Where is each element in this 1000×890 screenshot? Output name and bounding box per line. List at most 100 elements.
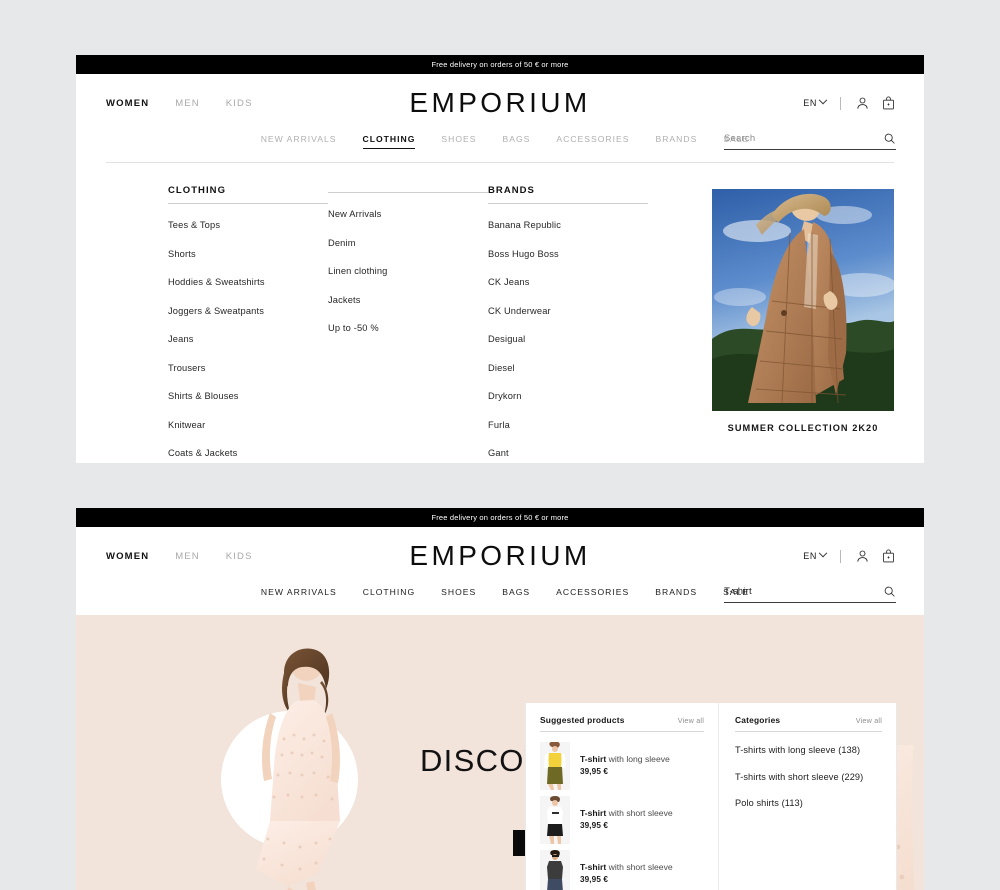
mega-link[interactable]: CK Jeans bbox=[488, 277, 530, 287]
promo-caption: SUMMER COLLECTION 2K20 bbox=[727, 423, 879, 433]
product-name: T-shirt with short sleeve bbox=[580, 861, 673, 873]
mega-column-clothing: CLOTHING Tees & Tops Shorts Hoddies & Sw… bbox=[168, 185, 328, 463]
search-suggestions-dropdown: Suggested products View all T-shirt with… bbox=[525, 703, 897, 890]
search-field-wrapper bbox=[724, 132, 896, 150]
category-nav-new-arrivals[interactable]: NEW ARRIVALS bbox=[261, 134, 337, 149]
chevron-down-icon bbox=[818, 548, 828, 558]
category-nav-brands[interactable]: BRANDS bbox=[655, 587, 697, 602]
category-nav-new-arrivals[interactable]: NEW ARRIVALS bbox=[261, 587, 337, 602]
mega-link[interactable]: Tees & Tops bbox=[168, 220, 220, 230]
product-thumbnail bbox=[540, 795, 570, 844]
category-nav-accessories[interactable]: ACCESSORIES bbox=[556, 134, 629, 149]
list-item: Jeans bbox=[168, 329, 328, 347]
category-nav-clothing[interactable]: CLOTHING bbox=[362, 134, 416, 149]
list-item[interactable]: T-shirt with short sleeve 39,95 € bbox=[540, 794, 704, 845]
mega-link[interactable]: Knitwear bbox=[168, 420, 205, 430]
category-nav-brands[interactable]: BRANDS bbox=[655, 134, 697, 149]
list-item: New Arrivals bbox=[328, 204, 488, 222]
mega-link[interactable]: Gant bbox=[488, 448, 509, 458]
list-item: Denim bbox=[328, 233, 488, 251]
section-rule bbox=[735, 731, 882, 732]
mega-link[interactable]: Furla bbox=[488, 420, 510, 430]
mega-link[interactable]: Boss Hugo Boss bbox=[488, 249, 559, 259]
mega-link[interactable]: Shorts bbox=[168, 249, 196, 259]
category-nav-accessories[interactable]: ACCESSORIES bbox=[556, 587, 629, 602]
category-link[interactable]: T-shirts with long sleeve (138) bbox=[735, 745, 860, 755]
column-rule bbox=[168, 203, 328, 204]
language-selector[interactable]: EN bbox=[803, 548, 828, 561]
shopping-bag-icon[interactable] bbox=[881, 548, 896, 564]
promo-card[interactable]: SUMMER COLLECTION 2K20 bbox=[712, 185, 894, 463]
categories-title: Categories bbox=[735, 715, 781, 725]
list-item: Shirts & Blouses bbox=[168, 386, 328, 404]
search-input[interactable] bbox=[724, 133, 864, 144]
category-link[interactable]: Polo shirts (113) bbox=[735, 798, 803, 808]
mega-link[interactable]: Drykorn bbox=[488, 391, 522, 401]
mega-list-clothing: Tees & Tops Shorts Hoddies & Sweatshirts… bbox=[168, 215, 328, 463]
list-item: Gant bbox=[488, 443, 648, 461]
mega-link[interactable]: Hoddies & Sweatshirts bbox=[168, 277, 265, 287]
gender-nav-women[interactable]: WOMEN bbox=[106, 551, 149, 562]
product-info: T-shirt with short sleeve 39,95 € bbox=[580, 861, 673, 885]
list-item: Diesel bbox=[488, 358, 648, 376]
mega-link[interactable]: Jeans bbox=[168, 334, 194, 344]
category-nav-shoes[interactable]: SHOES bbox=[441, 587, 476, 602]
mega-link[interactable]: Trousers bbox=[168, 363, 206, 373]
suggested-products-view-all[interactable]: View all bbox=[678, 716, 704, 725]
list-item: Up to -50 % bbox=[328, 318, 488, 336]
gender-nav-kids[interactable]: KIDS bbox=[226, 551, 253, 562]
product-price: 39,95 € bbox=[580, 820, 609, 830]
category-nav-shoes[interactable]: SHOES bbox=[441, 134, 476, 149]
list-item: Trousers bbox=[168, 358, 328, 376]
list-item[interactable]: T-shirt with long sleeve 39,95 € bbox=[540, 740, 704, 791]
user-icon[interactable] bbox=[855, 95, 870, 111]
language-label: EN bbox=[803, 551, 817, 561]
categories-view-all[interactable]: View all bbox=[856, 716, 882, 725]
mega-link[interactable]: Shirts & Blouses bbox=[168, 391, 239, 401]
hero-model-image bbox=[244, 643, 364, 890]
list-item: Linen clothing bbox=[328, 261, 488, 279]
promo-image bbox=[712, 189, 894, 411]
mega-link[interactable]: Diesel bbox=[488, 363, 515, 373]
mega-link[interactable]: New Arrivals bbox=[328, 209, 381, 219]
list-item: Hoddies & Sweatshirts bbox=[168, 272, 328, 290]
mega-column-heading: BRANDS bbox=[488, 185, 535, 196]
mega-link[interactable]: Banana Republic bbox=[488, 220, 561, 230]
suggested-products-header: Suggested products View all bbox=[540, 715, 704, 731]
category-nav-bags[interactable]: BAGS bbox=[502, 587, 530, 602]
gender-nav: WOMEN MEN KIDS bbox=[106, 98, 253, 109]
search-icon[interactable] bbox=[883, 132, 896, 145]
mega-link[interactable]: Up to -50 % bbox=[328, 323, 379, 333]
list-item: Desigual bbox=[488, 329, 648, 347]
mega-link[interactable]: CK Underwear bbox=[488, 306, 551, 316]
product-name-bold: T-shirt bbox=[580, 754, 607, 765]
gender-nav-men[interactable]: MEN bbox=[175, 551, 200, 562]
mega-link[interactable]: Coats & Jackets bbox=[168, 448, 237, 458]
mega-menu-panel: Free delivery on orders of 50 € or more … bbox=[76, 55, 924, 463]
category-nav-bags[interactable]: BAGS bbox=[503, 134, 531, 149]
utils-divider bbox=[840, 549, 841, 563]
mega-link[interactable]: Jackets bbox=[328, 295, 361, 305]
gender-nav-women[interactable]: WOMEN bbox=[106, 98, 149, 109]
mega-link[interactable]: Joggers & Sweatpants bbox=[168, 306, 264, 316]
category-nav-clothing[interactable]: CLOTHING bbox=[363, 587, 415, 602]
search-suggestions-panel: Free delivery on orders of 50 € or more … bbox=[76, 508, 924, 890]
list-item[interactable]: T-shirt with short sleeve 39,95 € bbox=[540, 848, 704, 890]
mega-link[interactable]: Desigual bbox=[488, 334, 525, 344]
user-icon[interactable] bbox=[855, 548, 870, 564]
mega-link[interactable]: Denim bbox=[328, 238, 356, 248]
promo-bar: Free delivery on orders of 50 € or more bbox=[76, 55, 924, 74]
gender-nav-men[interactable]: MEN bbox=[175, 98, 200, 109]
list-item: Furla bbox=[488, 415, 648, 433]
search-input[interactable] bbox=[724, 586, 864, 597]
column-rule bbox=[328, 192, 488, 193]
search-icon[interactable] bbox=[883, 585, 896, 598]
gender-nav-kids[interactable]: KIDS bbox=[226, 98, 253, 109]
shopping-bag-icon[interactable] bbox=[881, 95, 896, 111]
mega-link[interactable]: Linen clothing bbox=[328, 266, 387, 276]
mega-menu-body: CLOTHING Tees & Tops Shorts Hoddies & Sw… bbox=[76, 163, 924, 463]
product-name: T-shirt with short sleeve bbox=[580, 807, 673, 819]
category-link[interactable]: T-shirts with short sleeve (229) bbox=[735, 772, 863, 782]
language-selector[interactable]: EN bbox=[803, 95, 828, 108]
list-item: Joggers & Sweatpants bbox=[168, 301, 328, 319]
